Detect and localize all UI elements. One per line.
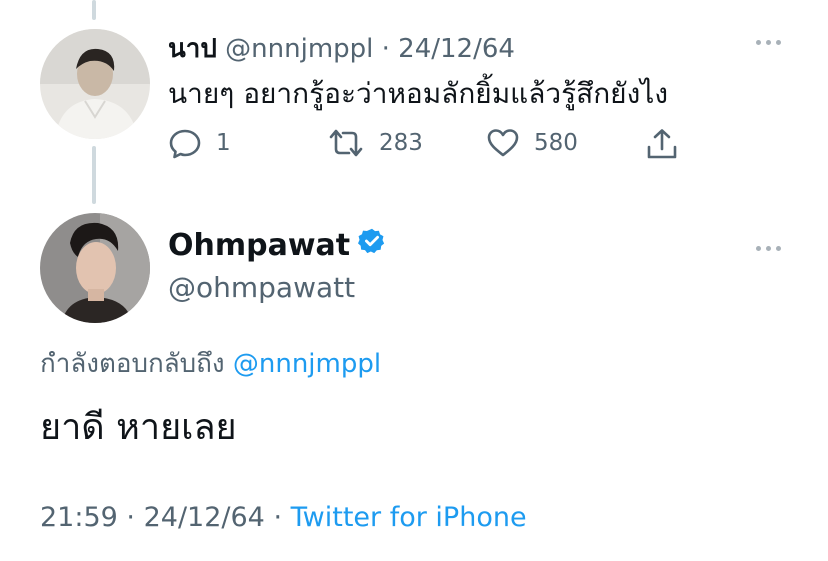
parent-more-icon[interactable] bbox=[756, 40, 781, 45]
replying-to-label: กำลังตอบกลับถึง bbox=[40, 349, 225, 379]
meta-separator-2: · bbox=[273, 502, 283, 533]
tweet-source[interactable]: Twitter for iPhone bbox=[291, 502, 527, 533]
thread-line-connector bbox=[92, 146, 96, 204]
thread-line-top bbox=[92, 0, 96, 20]
main-handle[interactable]: @ohmpawatt bbox=[168, 271, 355, 304]
tweet-date[interactable]: 24/12/64 bbox=[144, 502, 265, 533]
reply-button[interactable]: 1 bbox=[168, 127, 231, 159]
reply-count: 1 bbox=[216, 130, 231, 156]
tweet-meta: 21:59 · 24/12/64 · Twitter for iPhone bbox=[40, 502, 527, 533]
replying-to: กำลังตอบกลับถึง @nnnjmppl bbox=[40, 343, 381, 384]
parent-separator: · bbox=[381, 34, 390, 64]
parent-header: นาป @nnnjmppl · 24/12/64 bbox=[168, 28, 515, 69]
parent-handle[interactable]: @nnnjmppl bbox=[225, 34, 373, 64]
parent-display-name[interactable]: นาป bbox=[168, 34, 217, 64]
like-button[interactable]: 580 bbox=[486, 127, 578, 159]
parent-avatar[interactable] bbox=[40, 29, 150, 139]
like-count: 580 bbox=[534, 130, 578, 156]
main-avatar[interactable] bbox=[40, 213, 150, 323]
meta-separator: · bbox=[126, 502, 135, 533]
main-header: Ohmpawat bbox=[168, 227, 386, 263]
retweet-count: 283 bbox=[379, 130, 423, 156]
reply-icon bbox=[168, 127, 202, 159]
main-tweet-text: ยาดี หายเลย bbox=[40, 407, 237, 448]
parent-date[interactable]: 24/12/64 bbox=[398, 34, 515, 64]
tweet-time[interactable]: 21:59 bbox=[40, 502, 118, 533]
verified-badge-icon bbox=[358, 227, 386, 263]
main-more-icon[interactable] bbox=[756, 246, 781, 251]
retweet-icon bbox=[327, 127, 365, 159]
parent-tweet-text: นายๆ อยากรู้อะว่าหอมลักยิ้มแล้วรู้สึกยัง… bbox=[168, 77, 668, 110]
heart-icon bbox=[486, 127, 520, 159]
share-icon bbox=[645, 127, 679, 161]
replying-to-handle[interactable]: @nnnjmppl bbox=[233, 349, 381, 379]
retweet-button[interactable]: 283 bbox=[327, 127, 423, 159]
main-display-name[interactable]: Ohmpawat bbox=[168, 228, 350, 263]
share-button[interactable] bbox=[645, 127, 679, 161]
